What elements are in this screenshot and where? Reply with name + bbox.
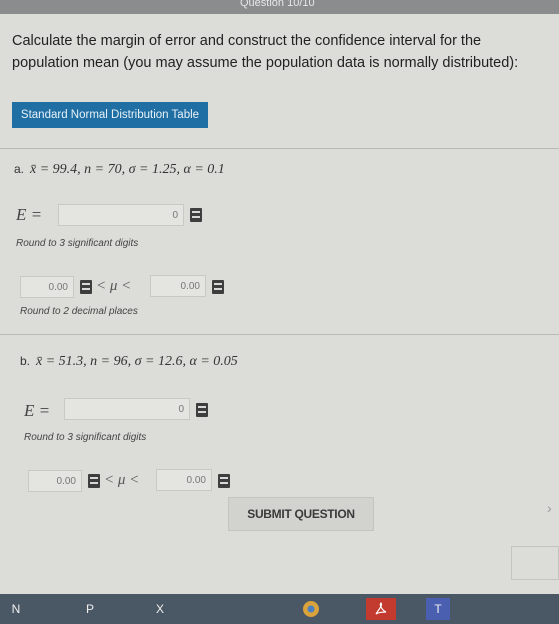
- submit-question-button[interactable]: SUBMIT QUESTION: [228, 497, 374, 531]
- calculator-icon[interactable]: [80, 280, 92, 294]
- excel-icon[interactable]: X: [150, 598, 170, 620]
- taskbar: N P X T: [0, 594, 559, 624]
- next-arrow-icon[interactable]: ›: [547, 500, 552, 516]
- chrome-icon[interactable]: [300, 598, 322, 620]
- question-label: Question 10/10: [240, 0, 315, 9]
- part-b-given: b. x̄ = 51.3, n = 96, σ = 12.6, α = 0.05: [20, 354, 238, 370]
- calculator-icon[interactable]: [212, 280, 224, 294]
- calculator-icon[interactable]: [88, 474, 100, 488]
- calculator-icon[interactable]: [218, 474, 230, 488]
- teams-icon[interactable]: T: [426, 598, 450, 620]
- part-a-expression: x̄ = 99.4, n = 70, σ = 1.25, α = 0.1: [30, 162, 225, 177]
- part-a-label: a.: [14, 162, 25, 176]
- part-b-margin-of-error-input[interactable]: 0: [64, 398, 190, 420]
- divider: [0, 148, 559, 149]
- divider: [0, 334, 559, 335]
- part-b-inequality: < μ <: [104, 472, 140, 488]
- part-a-margin-of-error-input[interactable]: 0: [58, 204, 184, 226]
- part-a-given: a. x̄ = 99.4, n = 70, σ = 1.25, α = 0.1: [14, 162, 225, 178]
- calculator-icon[interactable]: [190, 208, 202, 222]
- part-a-lower-bound-input[interactable]: 0.00: [20, 276, 74, 298]
- calculator-icon[interactable]: [196, 403, 208, 417]
- part-a-upper-bound-input[interactable]: 0.00: [150, 275, 206, 297]
- part-a-e-label: E =: [16, 205, 43, 224]
- side-panel-box: [511, 546, 559, 580]
- part-b-e-label: E =: [24, 401, 51, 420]
- top-bar: Question 10/10: [0, 0, 559, 14]
- onenote-icon[interactable]: N: [6, 598, 26, 620]
- part-b-upper-bound-input[interactable]: 0.00: [156, 469, 212, 491]
- part-a-interval-hint: Round to 2 decimal places: [20, 306, 138, 317]
- powerpoint-icon[interactable]: P: [80, 598, 100, 620]
- part-a-inequality: < μ <: [96, 278, 132, 294]
- part-b-lower-bound-input[interactable]: 0.00: [28, 470, 82, 492]
- part-b-expression: x̄ = 51.3, n = 96, σ = 12.6, α = 0.05: [36, 354, 238, 369]
- acrobat-icon[interactable]: [366, 598, 396, 620]
- part-a-e-hint: Round to 3 significant digits: [16, 238, 139, 249]
- standard-normal-table-button[interactable]: Standard Normal Distribution Table: [12, 102, 208, 128]
- question-prompt: Calculate the margin of error and constr…: [12, 33, 519, 71]
- part-b-e-hint: Round to 3 significant digits: [24, 432, 147, 443]
- part-b-label: b.: [20, 354, 31, 368]
